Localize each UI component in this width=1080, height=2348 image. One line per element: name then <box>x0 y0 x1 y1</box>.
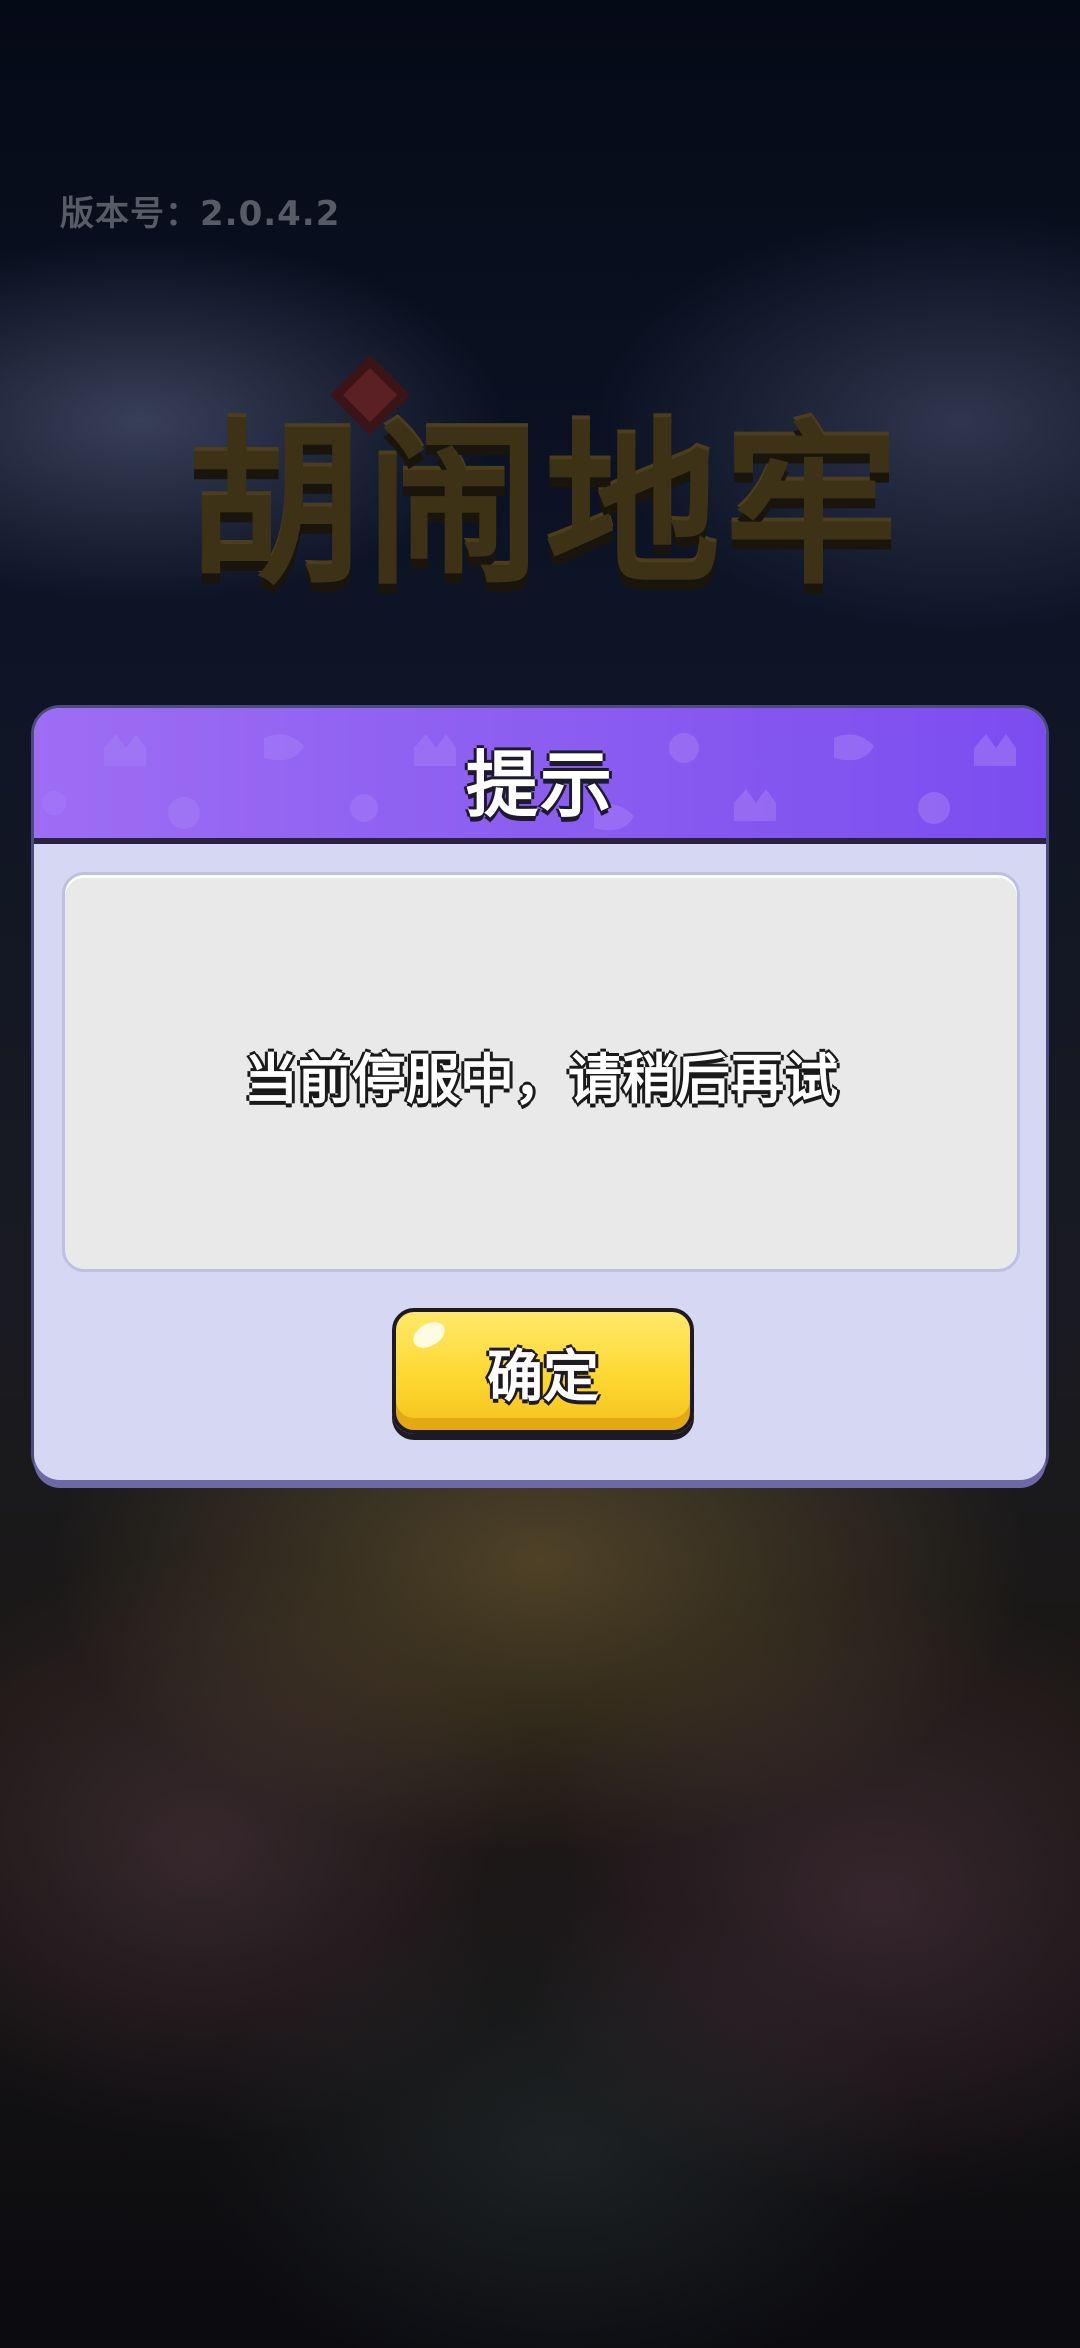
notice-dialog: 提示 当前停服中，请稍后再试 确定 <box>34 708 1046 1480</box>
confirm-button[interactable]: 确定 <box>392 1308 694 1434</box>
message-box: 当前停服中，请稍后再试 <box>62 872 1020 1272</box>
dialog-title: 提示 <box>465 743 614 827</box>
dialog-header: 提示 <box>34 708 1046 844</box>
version-label: 版本号：2.0.4.2 <box>60 194 341 234</box>
game-logo: 胡闹地牢 <box>130 355 960 660</box>
logo-title: 胡闹地牢 <box>187 406 903 609</box>
confirm-button-label: 确定 <box>487 1345 599 1410</box>
message-text: 当前停服中，请稍后再试 <box>244 1048 838 1111</box>
game-screen: 版本号：2.0.4.2 胡闹地牢 提示 当前停服中，请稍后再试 确定 <box>0 0 1080 2348</box>
